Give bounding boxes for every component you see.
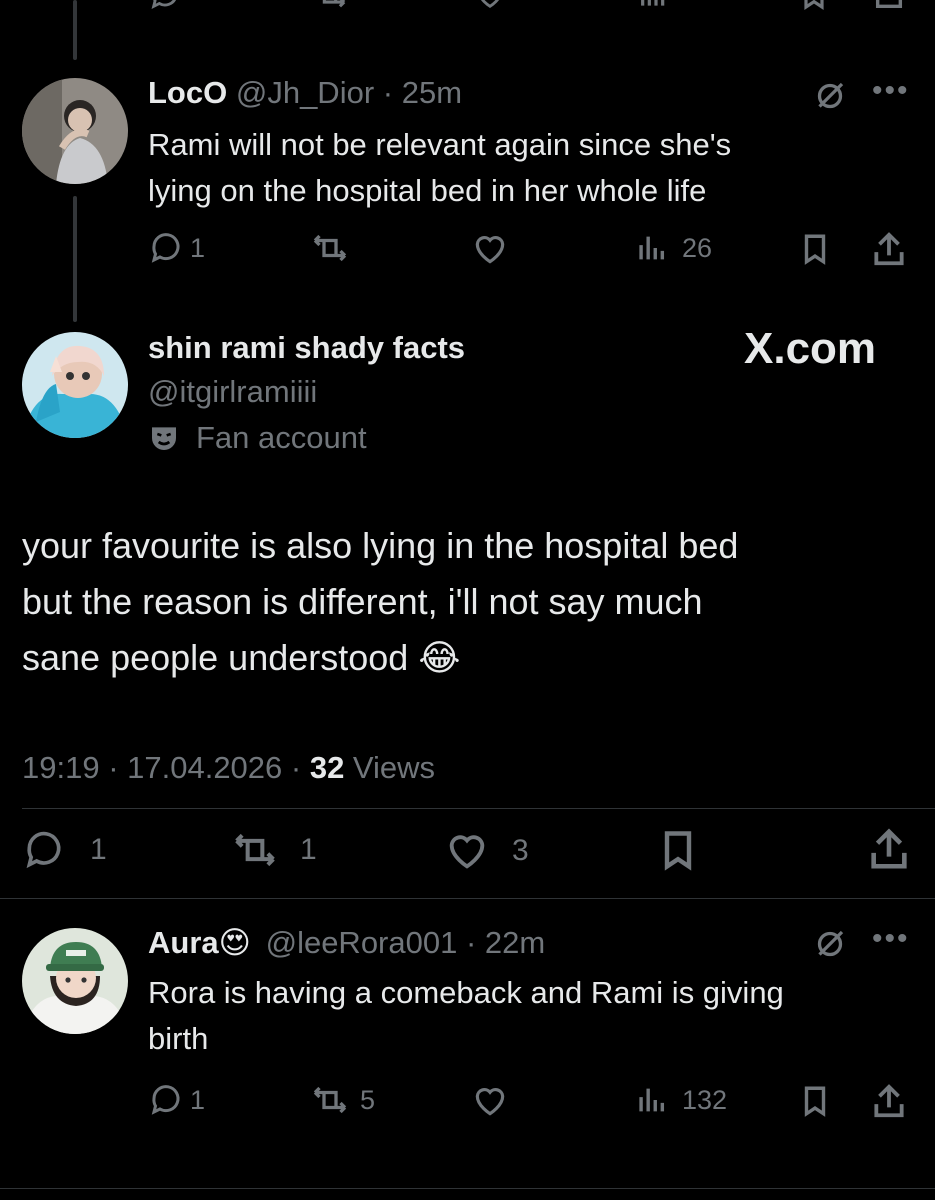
grok-icon[interactable] xyxy=(812,78,848,114)
main-text-line3-wrap: sane people understood 😂 xyxy=(22,630,738,687)
views-icon xyxy=(639,236,665,260)
share-icon[interactable] xyxy=(870,1082,908,1120)
reply2-name[interactable]: Aura xyxy=(148,925,219,960)
divider-main xyxy=(0,898,935,899)
reply2-views-count: 132 xyxy=(682,1084,728,1115)
avatar-aura[interactable] xyxy=(22,928,128,1034)
like-icon xyxy=(449,835,485,869)
bookmark-icon[interactable] xyxy=(798,0,830,12)
reply2-handle[interactable]: @leeRora001 xyxy=(266,925,458,960)
views-icon xyxy=(639,1088,665,1112)
reply2-text-line1: Rora is having a comeback and Rami is gi… xyxy=(148,975,784,1010)
main-views-count: 32 xyxy=(309,750,345,785)
reply1-views-count: 26 xyxy=(682,232,713,263)
like-icon[interactable] xyxy=(470,230,510,268)
mask-icon xyxy=(152,427,176,450)
reply1-handle[interactable]: @Jh_Dior xyxy=(236,75,374,110)
fan-account-text: Fan account xyxy=(196,420,367,455)
main-meta: 19:19 · 17.04.2026 · 32 Views xyxy=(22,748,435,788)
main-like-action[interactable]: 3 xyxy=(442,828,529,874)
avatar-loco[interactable] xyxy=(22,78,128,184)
reply-icon xyxy=(151,1085,180,1115)
divider-bottom xyxy=(0,1188,935,1189)
main-views-label: Views xyxy=(344,750,436,785)
repost-icon xyxy=(313,1086,347,1114)
reply1-text-line2: lying on the hospital bed in her whole l… xyxy=(148,173,707,208)
more-options-icon[interactable]: ••• xyxy=(872,74,910,108)
main-name[interactable]: shin rami shady facts xyxy=(148,328,465,368)
reply1-views-action[interactable]: 26 xyxy=(634,230,712,266)
reply1-header: LocO @Jh_Dior · 25m xyxy=(148,74,462,112)
heart-eyes-emoji: 😍 xyxy=(218,925,251,961)
repost-icon[interactable] xyxy=(310,0,350,12)
bookmark-icon[interactable] xyxy=(656,826,700,874)
main-reply-count: 1 xyxy=(90,833,107,866)
main-text-line2: but the reason is different, i'll not sa… xyxy=(22,581,703,622)
more-options-icon[interactable]: ••• xyxy=(872,922,910,956)
reply1-reply-count: 1 xyxy=(190,232,206,263)
thread-line-mid xyxy=(73,196,77,322)
reply2-repost-count: 5 xyxy=(360,1084,376,1115)
main-text-line3: sane people understood xyxy=(22,637,409,678)
main-text-line1: your favourite is also lying in the hosp… xyxy=(22,525,739,566)
reply-icon xyxy=(26,831,61,869)
share-icon[interactable] xyxy=(872,0,906,12)
main-tweet-text: your favourite is also lying in the hosp… xyxy=(22,518,738,687)
share-icon[interactable] xyxy=(870,230,908,268)
main-like-count: 3 xyxy=(512,834,529,867)
repost-icon xyxy=(235,833,275,867)
thread-line-top xyxy=(73,0,77,60)
repost-icon[interactable] xyxy=(308,230,352,266)
main-repost-count: 1 xyxy=(300,833,317,866)
bookmark-icon[interactable] xyxy=(798,1082,832,1120)
reply1-name[interactable]: LocO xyxy=(148,75,227,110)
x-com-watermark: X.com xyxy=(744,324,877,373)
reply2-views-action[interactable]: 132 xyxy=(634,1082,727,1118)
grok-icon[interactable] xyxy=(812,926,848,962)
reply2-header: Aura😍 @leeRora001 · 22m xyxy=(148,924,545,962)
main-timestamp[interactable]: 19:19 · 17.04.2026 · xyxy=(22,750,310,785)
fan-account-label: Fan account xyxy=(148,420,367,456)
divider-meta xyxy=(22,808,935,809)
main-repost-action[interactable]: 1 xyxy=(228,828,317,872)
main-reply-action[interactable]: 1 xyxy=(22,828,107,872)
like-icon[interactable] xyxy=(472,0,508,12)
avatar-main[interactable] xyxy=(22,332,128,438)
reply1-time[interactable]: · 25m xyxy=(383,75,462,110)
views-icon[interactable] xyxy=(636,0,668,12)
reply2-text-line2: birth xyxy=(148,1021,209,1056)
reply1-text-line1: Rami will not be relevant again since sh… xyxy=(148,127,732,162)
reply1-text: Rami will not be relevant again since sh… xyxy=(148,122,731,214)
laughing-emoji: 😂 xyxy=(418,638,461,679)
reply-icon[interactable] xyxy=(148,0,182,12)
reply-icon xyxy=(151,233,180,263)
main-handle[interactable]: @itgirlramiiii xyxy=(148,372,317,412)
share-icon[interactable] xyxy=(866,826,912,872)
top-action-row xyxy=(0,0,935,14)
reply2-time[interactable]: · 22m xyxy=(466,925,545,960)
reply1-reply-action[interactable]: 1 xyxy=(148,230,205,266)
reply2-reply-count: 1 xyxy=(190,1084,206,1115)
reply2-reply-action[interactable]: 1 xyxy=(148,1082,205,1118)
bookmark-icon[interactable] xyxy=(798,230,832,268)
reply2-text: Rora is having a comeback and Rami is gi… xyxy=(148,970,784,1062)
like-icon[interactable] xyxy=(470,1082,510,1120)
reply2-repost-action[interactable]: 5 xyxy=(308,1082,375,1118)
